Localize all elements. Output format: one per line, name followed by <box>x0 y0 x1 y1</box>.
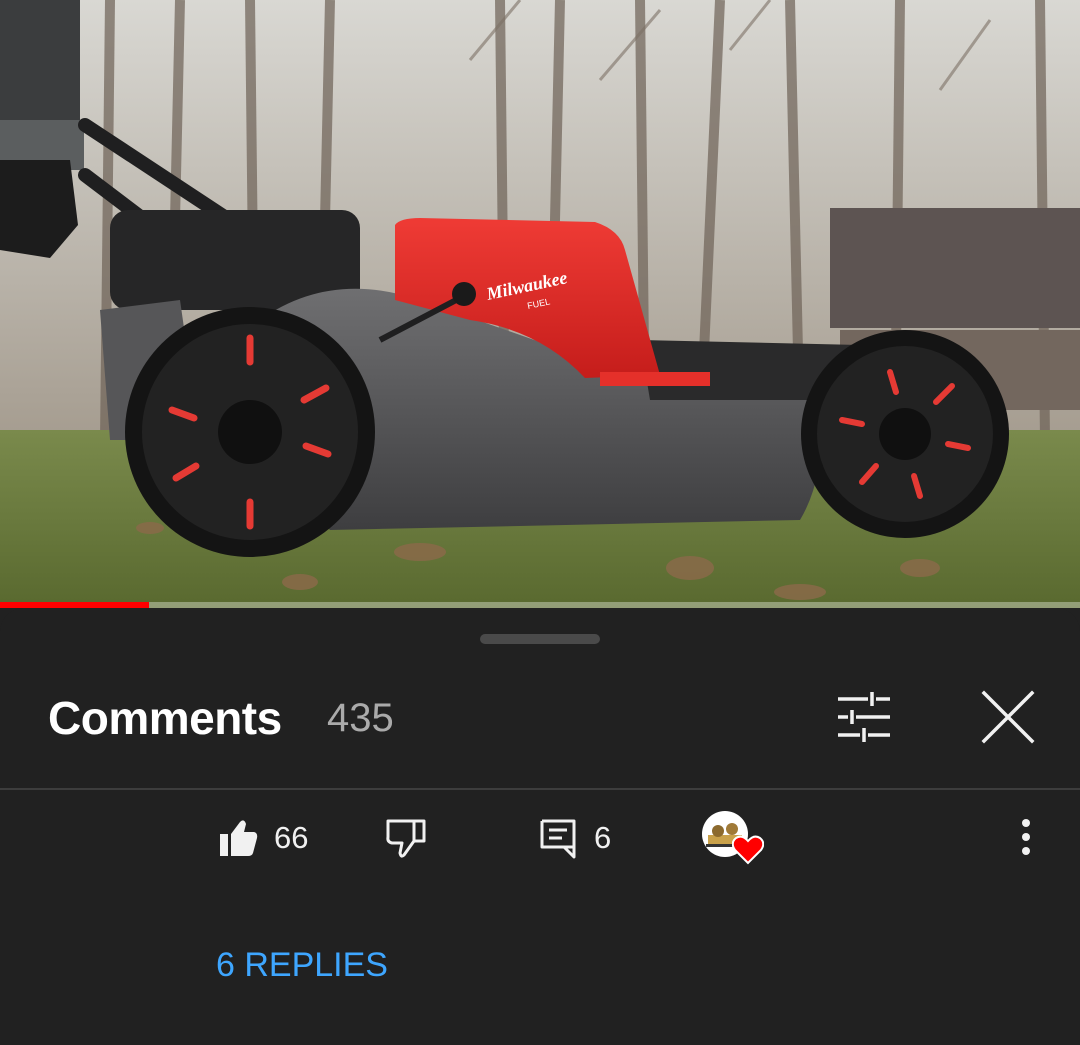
tune-icon <box>838 692 890 742</box>
creator-heart-badge[interactable] <box>702 811 766 871</box>
comment-more-button[interactable] <box>1004 812 1048 862</box>
dislike-button[interactable] <box>384 814 428 862</box>
sort-comments-button[interactable] <box>826 686 902 748</box>
comments-title: Comments <box>48 692 282 744</box>
thumbs-down-icon <box>386 819 426 858</box>
front-wheel <box>801 330 1009 538</box>
heart-icon <box>732 835 764 865</box>
reply-count: 6 <box>594 820 612 855</box>
close-comments-button[interactable] <box>972 684 1044 750</box>
comments-sheet: Comments 435 66 6 6 REPLIES <box>0 608 1080 1045</box>
like-button[interactable]: 66 <box>218 814 308 862</box>
header-divider <box>0 788 1080 790</box>
comment-reply-icon <box>540 819 576 859</box>
close-icon <box>981 690 1035 744</box>
view-replies-link[interactable]: 6 REPLIES <box>216 944 388 986</box>
more-vertical-icon <box>1022 819 1030 855</box>
like-count: 66 <box>274 820 309 855</box>
video-frame: Milwaukee FUEL <box>0 0 1080 608</box>
comments-count: 435 <box>327 696 394 740</box>
reply-button[interactable]: 6 <box>538 814 611 862</box>
drag-handle[interactable] <box>480 634 600 644</box>
thumbs-up-icon <box>220 820 258 856</box>
rear-wheel <box>125 307 375 557</box>
video-player[interactable]: Milwaukee FUEL <box>0 0 1080 608</box>
